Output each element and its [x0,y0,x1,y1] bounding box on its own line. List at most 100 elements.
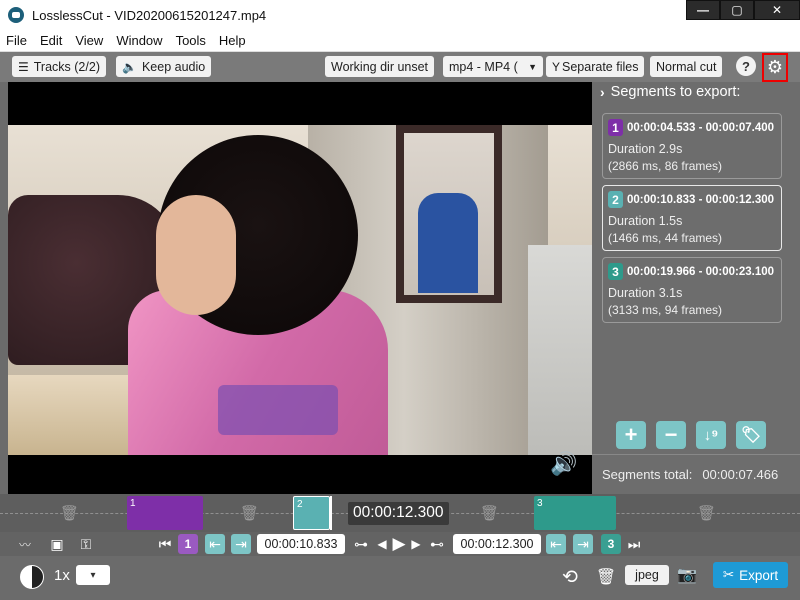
segment-frames: (2866 ms, 86 frames) [608,159,723,173]
set-cut-end-button[interactable]: ⇤ [546,534,566,554]
segments-panel: › Segments to export: 1 00:00:04.533 - 0… [592,82,800,494]
segments-total-label: Segments total: [602,467,693,482]
segment-card-2[interactable]: 2 00:00:10.833 - 00:00:12.300 Duration 1… [602,185,782,251]
segments-total: Segments total: 00:00:07.466 [592,454,800,494]
sort-segments-button[interactable]: ↓⁹ [696,421,726,449]
separate-files-button[interactable]: Y Separate files [546,56,645,77]
scissors-icon: ✂ [722,567,735,582]
key-icon[interactable]: ⚿ [76,534,96,554]
chevron-right-icon: › [600,84,605,100]
cut-start-time-input[interactable]: 00:00:10.833 [257,534,345,554]
fork-icon: Y [552,59,561,74]
segment-duration: Duration 2.9s [608,142,683,156]
trash-icon[interactable]: 🗑 [480,504,499,522]
segment-number-badge: 2 [608,191,623,208]
key-left-icon[interactable]: ⊶ [352,534,370,554]
timeline-segment-2[interactable]: 2 [293,496,330,530]
timeline-segment-label: 1 [130,498,136,509]
trash-icon[interactable]: 🗑 [60,504,79,522]
caret-down-icon: ▼ [528,61,537,72]
segments-header[interactable]: › Segments to export: [600,84,740,100]
tracks-label: Tracks (2/2) [33,59,100,74]
snapshot-format-button[interactable]: jpeg [625,565,669,585]
jump-cut-end-button[interactable]: ⇥ [573,534,593,554]
format-select[interactable]: mp4 - MP4 ( ▼ [443,56,543,77]
maximize-button[interactable]: ▢ [720,0,754,20]
help-button[interactable]: ? [736,56,756,76]
segment-actions: + − ↓⁹ 🏷 [616,421,766,449]
volume-icon[interactable]: 🔊 [550,451,582,481]
timeline-segment-3[interactable]: 3 [534,496,616,530]
bottom-bar: 1x ▾ ⟲ 🗑 jpeg 📷 ✂ Export [0,556,800,600]
prev-segment-button[interactable]: 1 [178,534,198,554]
segment-card-1[interactable]: 1 00:00:04.533 - 00:00:07.400 Duration 2… [602,113,782,179]
next-segment-button[interactable]: 3 [601,534,621,554]
export-button[interactable]: ✂ Export [713,562,788,588]
yin-yang-icon[interactable] [20,565,44,589]
menu-help[interactable]: Help [219,33,246,48]
waveform-icon[interactable]: 〰 [12,534,38,554]
keep-audio-label: Keep audio [141,59,206,74]
thumbnails-icon[interactable]: ▣ [46,534,68,554]
list-icon: ☰ [18,59,29,74]
remove-segment-button[interactable]: − [656,421,686,449]
tag-icon: 🏷 [740,427,762,444]
play-icon[interactable]: ▶ [390,534,408,554]
playback-speed: 1x [54,567,70,584]
playback-speed-select[interactable]: ▾ [76,565,110,585]
export-label: Export [739,567,779,583]
segment-range: 00:00:04.533 - 00:00:07.400 [627,121,775,134]
trash-icon[interactable]: 🗑 [697,504,716,522]
app-logo-icon [8,7,24,23]
minimize-button[interactable]: — [686,0,720,20]
window-title: LosslessCut - VID20200615201247.mp4 [32,7,267,23]
step-back-icon[interactable]: ◀ [376,534,388,554]
playhead[interactable] [330,496,332,530]
timeline-segment-label: 2 [297,499,303,510]
mirror [396,125,502,303]
jump-end-icon[interactable]: ⏭ [627,534,641,554]
segment-range: 00:00:19.966 - 00:00:23.100 [627,265,775,278]
menu-view[interactable]: View [75,33,103,48]
segment-range: 00:00:10.833 - 00:00:12.300 [627,193,775,206]
menu-file[interactable]: File [6,33,27,48]
segment-number-badge: 3 [608,263,623,280]
camera-icon[interactable]: 📷 [676,565,698,585]
jump-start-icon[interactable]: ⏮ [158,534,172,554]
speaker-icon: 🔈 [122,59,137,74]
segment-number-badge: 1 [608,119,623,136]
working-dir-button[interactable]: Working dir unset [325,56,435,77]
trash-icon[interactable]: 🗑 [240,504,259,522]
jump-cut-start-button[interactable]: ⇤ [205,534,225,554]
gear-icon: ⚙ [766,57,784,77]
cut-mode-button[interactable]: Normal cut [650,56,723,77]
format-value: mp4 - MP4 ( [449,59,518,74]
menu-edit[interactable]: Edit [40,33,62,48]
cut-mode-label: Normal cut [656,59,717,74]
step-forward-icon[interactable]: ▶ [410,534,422,554]
segment-card-3[interactable]: 3 00:00:19.966 - 00:00:23.100 Duration 3… [602,257,782,323]
timeline[interactable]: 🗑 🗑 🗑 🗑 1 2 3 00:00:12.300 [0,494,800,532]
video-player[interactable]: 🔊 [8,82,592,494]
key-right-icon[interactable]: ⊷ [428,534,446,554]
add-segment-button[interactable]: + [616,421,646,449]
close-button[interactable]: ✕ [754,0,800,20]
window-controls: — ▢ ✕ [686,0,800,22]
cut-end-time-input[interactable]: 00:00:12.300 [453,534,541,554]
working-dir-label: Working dir unset [331,59,429,74]
video-frame [8,125,592,455]
segments-header-label: Segments to export: [610,84,741,100]
separate-files-label: Separate files [562,59,639,74]
settings-button[interactable]: ⚙ [762,53,788,82]
menu-window[interactable]: Window [116,33,162,48]
set-cut-start-button[interactable]: ⇥ [231,534,251,554]
rotate-icon[interactable]: ⟲ [558,565,582,589]
menu-tools[interactable]: Tools [176,33,206,48]
plus-icon: + [624,422,638,447]
timeline-segment-1[interactable]: 1 [127,496,203,530]
keep-audio-button[interactable]: 🔈 Keep audio [116,56,212,77]
label-segment-button[interactable]: 🏷 [736,421,766,449]
trash-icon[interactable]: 🗑 [596,565,616,589]
menu-bar: File Edit View Window Tools Help [0,30,800,52]
tracks-button[interactable]: ☰ Tracks (2/2) [12,56,106,77]
